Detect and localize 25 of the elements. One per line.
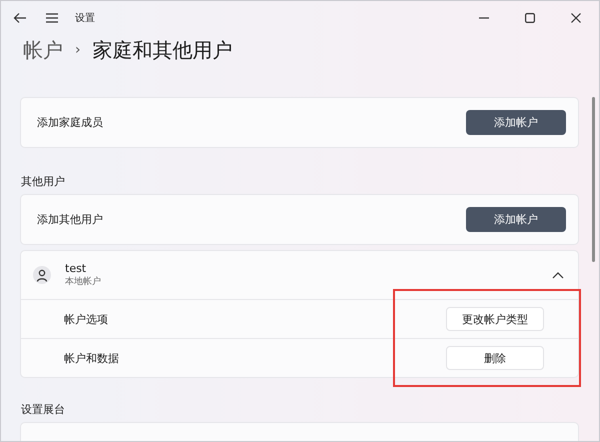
breadcrumb-separator: › — [75, 42, 81, 58]
setting-label: 帐户和数据 — [64, 350, 119, 366]
setting-label: 添加其他用户 — [37, 212, 103, 227]
section-heading: 设置展台 — [21, 402, 66, 418]
account-type: 本地帐户 — [65, 276, 101, 288]
person-icon — [36, 268, 48, 282]
back-arrow-icon — [13, 11, 27, 25]
action-button[interactable]: 更改帐户类型 — [446, 307, 544, 331]
action-button[interactable]: 删除 — [446, 346, 544, 370]
close-icon — [571, 13, 581, 23]
user-card-header[interactable]: test 本地帐户 — [20, 250, 579, 300]
user-name: test — [65, 262, 88, 275]
maximize-icon — [525, 13, 535, 23]
chevron-up-icon — [552, 272, 564, 278]
breadcrumb-link[interactable]: 帐户 — [23, 36, 63, 64]
add-account-button[interactable]: 添加帐户 — [466, 110, 566, 135]
window-title: 设置 — [75, 12, 95, 25]
menu-icon — [45, 11, 59, 25]
setting-label: 帐户选项 — [64, 312, 108, 326]
scrollbar[interactable] — [592, 97, 595, 262]
setting-label: 添加家庭成员 — [37, 115, 103, 130]
add-account-button[interactable]: 添加帐户 — [466, 207, 566, 232]
page-title: 家庭和其他用户 — [92, 36, 233, 64]
minimize-icon — [479, 17, 489, 19]
section-heading: 其他用户 — [21, 174, 66, 190]
